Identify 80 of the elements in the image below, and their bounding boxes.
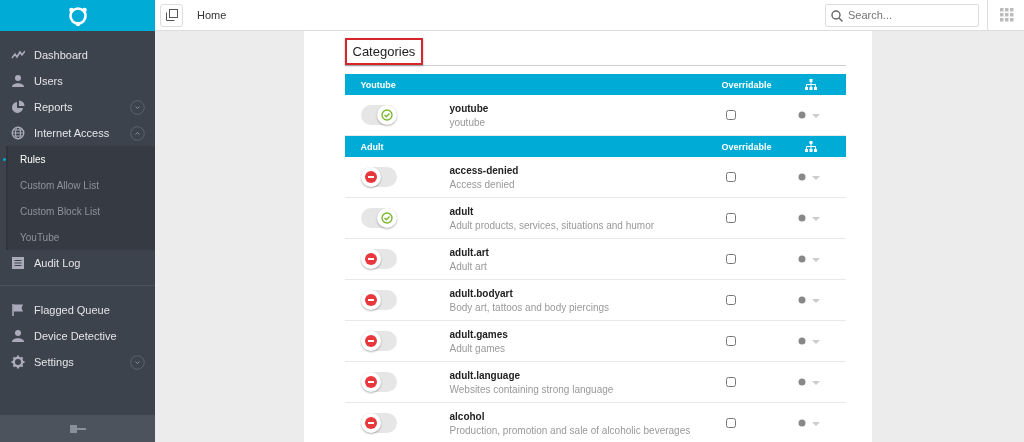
copy-icon [165, 9, 178, 21]
overridable-checkbox[interactable] [725, 172, 736, 182]
category-description: Adult art [449, 260, 488, 272]
inherit-dropdown[interactable] [797, 173, 822, 181]
category-name: adult.art [449, 246, 490, 258]
category-name: adult.bodyart [449, 287, 514, 299]
group-name: Youtube [360, 79, 397, 90]
category-description: Websites containing strong language [449, 383, 615, 395]
blocked-icon [364, 253, 377, 265]
sidebar-item[interactable]: Internet Access [0, 120, 155, 146]
person-icon [11, 329, 25, 343]
check-icon [380, 109, 393, 121]
sidebar-item[interactable]: Settings [0, 349, 155, 375]
category-name: adult.games [449, 328, 509, 340]
document-icon [11, 256, 25, 270]
search-field[interactable]: Search... [825, 3, 979, 27]
person-icon [11, 74, 25, 88]
submenu-item[interactable]: Custom Allow List [8, 172, 155, 198]
overridable-checkbox[interactable] [725, 295, 736, 305]
toggle-switch[interactable] [360, 167, 397, 187]
category-description: Adult products, services, situations and humor [449, 219, 656, 231]
column-heading: Overridable [721, 141, 773, 152]
breadcrumb[interactable]: Home [197, 9, 227, 21]
pie-chart-icon [11, 100, 25, 114]
toggle-switch[interactable] [360, 372, 397, 392]
sidebar-item[interactable]: Users [0, 68, 155, 94]
inherit-dropdown[interactable] [797, 337, 822, 345]
blocked-icon [364, 171, 377, 183]
key-icon[interactable] [69, 424, 86, 433]
toggle-switch[interactable] [360, 249, 397, 269]
hierarchy-icon [804, 140, 817, 153]
logo-icon [66, 4, 89, 27]
window-toggle-button[interactable] [160, 3, 183, 27]
active-dot [3, 158, 6, 161]
toggle-switch[interactable] [360, 208, 397, 228]
inherit-dropdown[interactable] [797, 296, 822, 304]
flag-icon [11, 303, 25, 317]
category-name: adult.language [449, 369, 522, 381]
section-title: Categories [344, 38, 424, 65]
settings-icon [11, 355, 25, 369]
category-description: Access denied [449, 178, 516, 190]
blocked-icon [364, 335, 377, 347]
inherit-dropdown[interactable] [797, 255, 822, 263]
toggle-switch[interactable] [360, 290, 397, 310]
hierarchy-icon [804, 78, 817, 91]
sidebar-item[interactable]: Dashboard [0, 42, 155, 68]
group-name: Adult [360, 141, 385, 152]
blocked-icon [364, 294, 377, 306]
blocked-icon [364, 376, 377, 388]
inherit-dropdown[interactable] [797, 111, 822, 119]
category-description: Production, promotion and sale of alcoholic beverages [449, 424, 692, 436]
category-description: Adult games [449, 342, 507, 354]
category-name: access-denied [449, 164, 520, 176]
toggle-switch[interactable] [360, 105, 397, 125]
category-name: alcohol [449, 410, 486, 422]
toggle-switch[interactable] [360, 331, 397, 351]
sidebar-item[interactable]: Flagged Queue [0, 297, 155, 323]
submenu-item[interactable]: Rules [8, 146, 155, 172]
overridable-checkbox[interactable] [725, 254, 736, 264]
inherit-dropdown[interactable] [797, 378, 822, 386]
submenu-item[interactable]: YouTube [8, 224, 155, 250]
globe-icon [11, 126, 25, 140]
category-name: youtube [449, 102, 490, 114]
category-name: adult [449, 205, 475, 217]
sidebar-item[interactable]: Device Detective [0, 323, 155, 349]
overridable-checkbox[interactable] [725, 418, 736, 428]
sidebar-item[interactable]: Reports [0, 94, 155, 120]
inherit-dropdown[interactable] [797, 214, 822, 222]
toggle-switch[interactable] [360, 413, 397, 433]
overridable-checkbox[interactable] [725, 336, 736, 346]
submenu-item[interactable]: Custom Block List [8, 198, 155, 224]
overridable-checkbox[interactable] [725, 110, 736, 120]
check-icon [380, 212, 393, 224]
category-description: youtube [449, 116, 487, 128]
blocked-icon [364, 417, 377, 429]
overridable-checkbox[interactable] [725, 213, 736, 223]
overridable-checkbox[interactable] [725, 377, 736, 387]
category-description: Body art, tattoos and body piercings [449, 301, 611, 313]
column-heading: Overridable [721, 79, 773, 90]
inherit-dropdown[interactable] [797, 419, 822, 427]
